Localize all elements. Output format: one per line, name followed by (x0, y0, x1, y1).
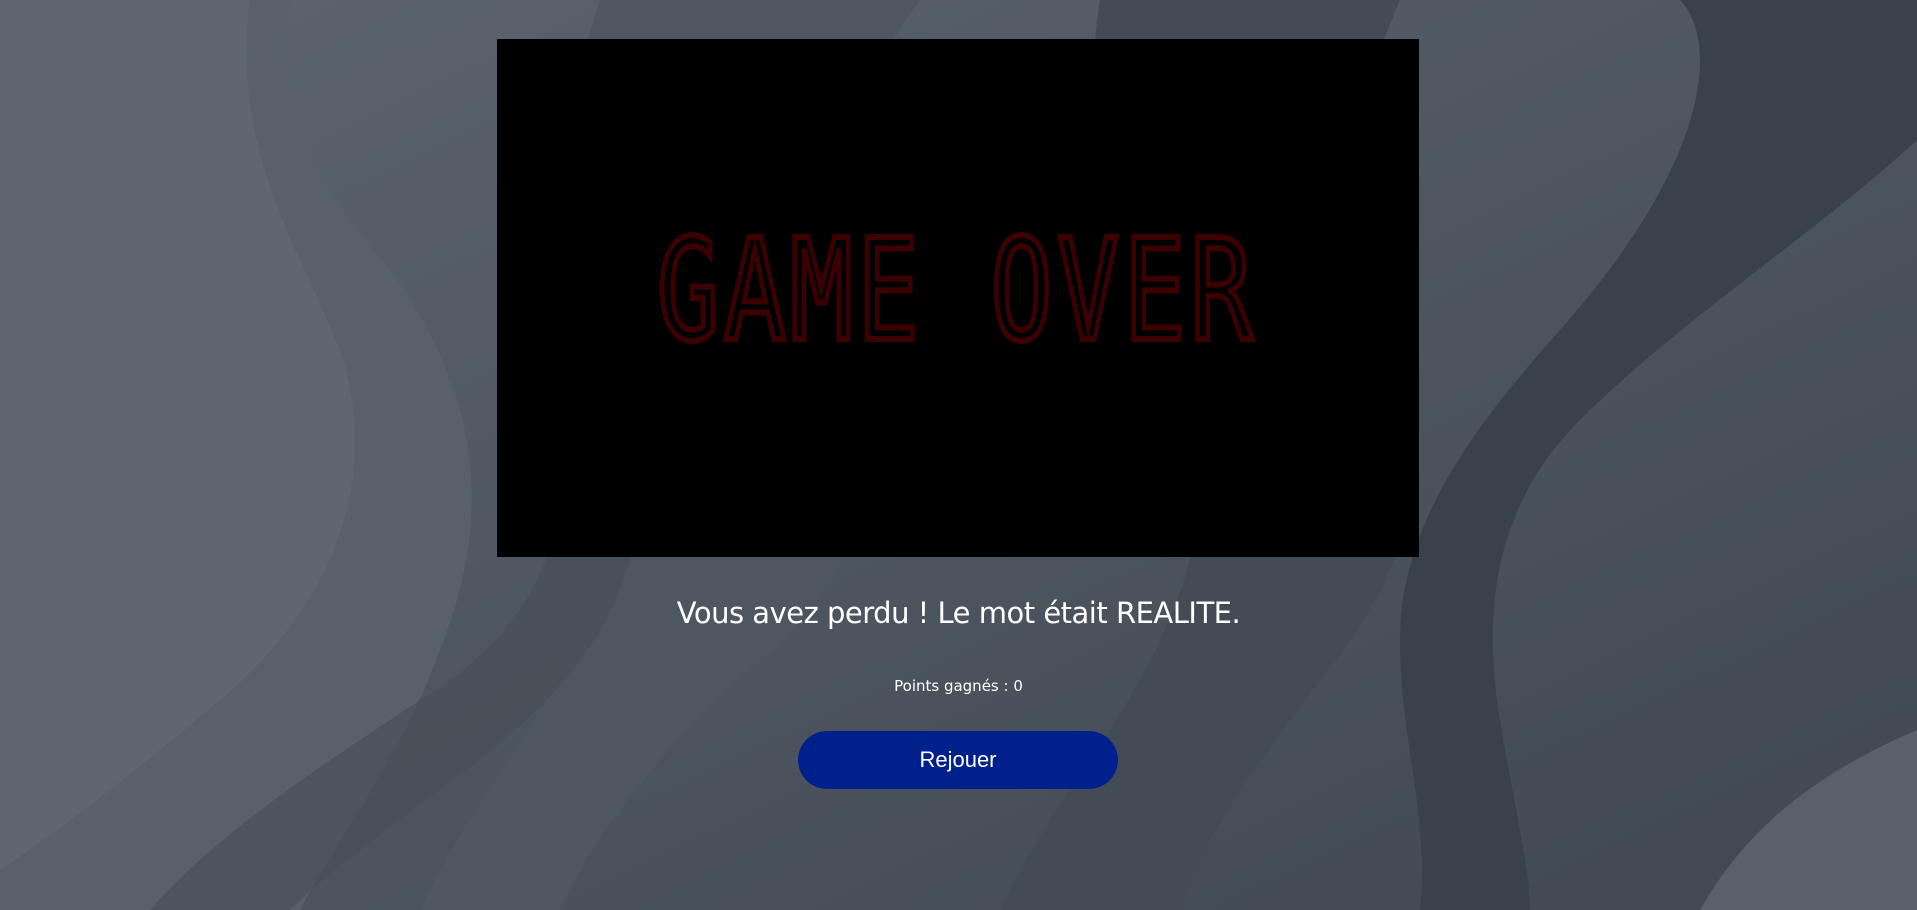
result-message: Vous avez perdu ! Le mot était REALITE. (676, 596, 1241, 630)
game-over-graphic: GAME OVER (654, 207, 1257, 376)
points-earned: Points gagnés : 0 (894, 677, 1023, 695)
replay-button[interactable]: Rejouer (798, 731, 1118, 789)
game-over-text: GAME OVER (657, 210, 1257, 373)
game-over-screen: GAME OVER (497, 39, 1419, 557)
